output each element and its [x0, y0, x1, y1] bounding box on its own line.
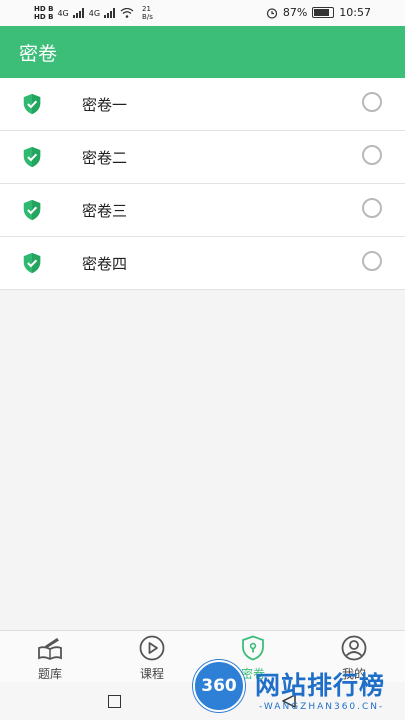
recents-button[interactable] [108, 695, 121, 708]
wifi-icon [120, 8, 134, 18]
list-item[interactable]: 密卷三 [0, 184, 405, 237]
select-radio[interactable] [362, 251, 382, 271]
battery-percent: 87% [282, 6, 308, 19]
shield-check-icon [23, 146, 41, 168]
shield-check-icon [23, 199, 41, 221]
shield-check-icon [23, 252, 41, 274]
list-item[interactable]: 密卷二 [0, 131, 405, 184]
list-item-label: 密卷一 [82, 96, 128, 114]
watermark: 360 网站排行榜 -WANGZHAN360.CN- [193, 660, 405, 720]
watermark-badge: 360 [193, 660, 245, 712]
user-circle-icon [341, 635, 367, 661]
speed-unit: B/s [142, 13, 153, 21]
status-right: 87% 10:57 [266, 6, 371, 19]
sim-indicators: HD B HD B [34, 5, 53, 21]
network-label-2: 4G [88, 8, 101, 18]
paper-list: 密卷一 密卷二 密卷三 密卷四 [0, 78, 405, 290]
select-radio[interactable] [362, 145, 382, 165]
book-pencil-icon [38, 638, 62, 661]
network-label: 4G [57, 8, 69, 18]
list-item-label: 密卷三 [82, 202, 128, 220]
signal-icon-2 [104, 8, 116, 18]
clock: 10:57 [339, 6, 371, 19]
sim2-label: HD B [34, 13, 54, 21]
list-item-label: 密卷四 [82, 255, 128, 273]
tab-question-bank[interactable]: 题库 [10, 631, 90, 683]
alarm-icon [266, 7, 277, 19]
net-speed: 21 B/s [142, 5, 153, 21]
shield-check-icon [23, 93, 41, 115]
list-item[interactable]: 密卷四 [0, 237, 405, 290]
list-item[interactable]: 密卷一 [0, 78, 405, 131]
status-bar: HD B HD B 4G 4G 21 B/s 87% 10:57 [0, 0, 405, 26]
tab-label: 课程 [139, 667, 164, 681]
tab-courses[interactable]: 课程 [112, 631, 192, 683]
tab-label: 题库 [37, 667, 62, 681]
sim1-label: HD B [34, 5, 54, 13]
select-radio[interactable] [362, 198, 382, 218]
list-item-label: 密卷二 [82, 149, 128, 167]
play-circle-icon [139, 635, 165, 661]
signal-icon [72, 8, 84, 18]
status-left: HD B HD B 4G 4G 21 B/s [34, 5, 153, 21]
watermark-subtitle: -WANGZHAN360.CN- [259, 702, 385, 712]
battery-icon [312, 7, 335, 18]
app-bar: 密卷 [0, 26, 405, 78]
page-title: 密卷 [19, 43, 58, 65]
select-radio[interactable] [362, 92, 382, 112]
speed-value: 21 [142, 5, 151, 13]
watermark-title: 网站排行榜 [255, 671, 386, 700]
shield-keyhole-icon [242, 635, 264, 661]
